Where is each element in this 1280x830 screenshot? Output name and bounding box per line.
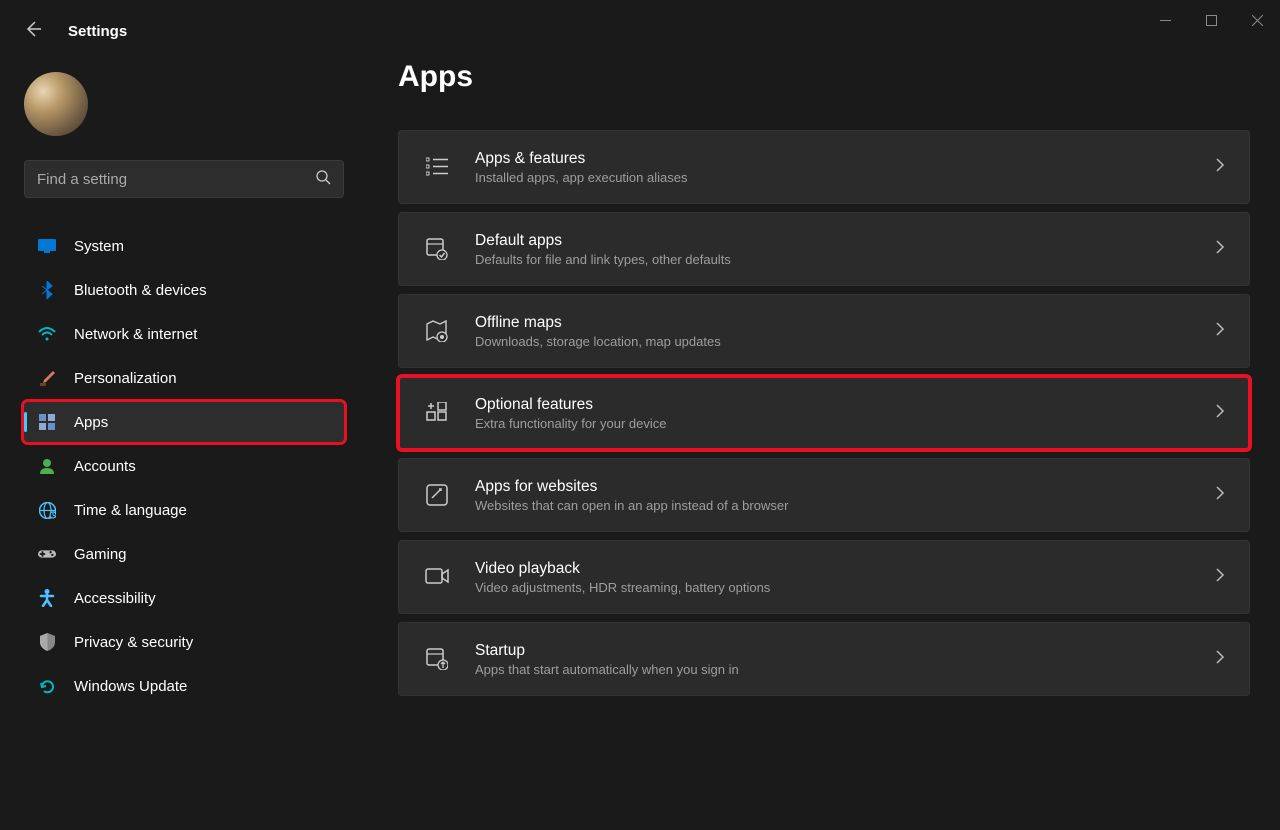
sidebar-item-label: System	[74, 238, 124, 255]
chevron-right-icon	[1215, 403, 1225, 424]
card-subtitle: Defaults for file and link types, other …	[475, 252, 1191, 267]
card-subtitle: Installed apps, app execution aliases	[475, 170, 1191, 185]
card-text: Offline maps Downloads, storage location,…	[475, 314, 1191, 349]
search-box[interactable]	[24, 160, 344, 198]
sidebar-item-apps[interactable]: Apps	[24, 402, 344, 442]
brush-icon	[38, 369, 56, 387]
chevron-right-icon	[1215, 485, 1225, 506]
user-avatar[interactable]	[24, 72, 88, 136]
main-content: Apps Apps & features Installed apps, app …	[398, 60, 1250, 696]
card-text: Default apps Defaults for file and link t…	[475, 232, 1191, 267]
card-title: Offline maps	[475, 314, 1191, 332]
card-startup[interactable]: Startup Apps that start automatically whe…	[398, 622, 1250, 696]
card-optional-features[interactable]: Optional features Extra functionality for…	[398, 376, 1250, 450]
card-subtitle: Extra functionality for your device	[475, 416, 1191, 431]
search-icon	[315, 169, 331, 190]
card-subtitle: Websites that can open in an app instead…	[475, 498, 1191, 513]
sidebar: System Bluetooth & devices Network & inter…	[24, 72, 344, 706]
card-text: Apps for websites Websites that can open …	[475, 478, 1191, 513]
sidebar-item-label: Gaming	[74, 546, 127, 563]
chevron-right-icon	[1215, 157, 1225, 178]
sidebar-item-label: Personalization	[74, 370, 177, 387]
map-icon	[423, 320, 451, 342]
card-title: Apps & features	[475, 150, 1191, 168]
card-subtitle: Apps that start automatically when you s…	[475, 662, 1191, 677]
sidebar-item-label: Time & language	[74, 502, 187, 519]
card-text: Apps & features Installed apps, app execu…	[475, 150, 1191, 185]
sidebar-item-label: Windows Update	[74, 678, 187, 695]
sidebar-item-label: Accessibility	[74, 590, 156, 607]
video-icon	[423, 568, 451, 586]
list-icon	[423, 157, 451, 177]
sidebar-item-label: Privacy & security	[74, 634, 193, 651]
websites-icon	[423, 484, 451, 506]
sidebar-item-label: Bluetooth & devices	[74, 282, 207, 299]
sidebar-item-accessibility[interactable]: Accessibility	[24, 578, 344, 618]
accessibility-icon	[38, 589, 56, 607]
chevron-right-icon	[1215, 649, 1225, 670]
chevron-right-icon	[1215, 567, 1225, 588]
minimize-button[interactable]	[1142, 4, 1188, 36]
app-header: Settings	[24, 20, 127, 43]
person-icon	[38, 457, 56, 475]
globe-icon	[38, 501, 56, 519]
card-apps-for-websites[interactable]: Apps for websites Websites that can open …	[398, 458, 1250, 532]
shield-icon	[38, 633, 56, 651]
default-apps-icon	[423, 238, 451, 260]
app-title: Settings	[68, 23, 127, 40]
bluetooth-icon	[38, 281, 56, 299]
card-text: Startup Apps that start automatically whe…	[475, 642, 1191, 677]
card-subtitle: Downloads, storage location, map updates	[475, 334, 1191, 349]
card-title: Startup	[475, 642, 1191, 660]
card-title: Apps for websites	[475, 478, 1191, 496]
sidebar-item-windows-update[interactable]: Windows Update	[24, 666, 344, 706]
card-apps-features[interactable]: Apps & features Installed apps, app execu…	[398, 130, 1250, 204]
sidebar-item-network-internet[interactable]: Network & internet	[24, 314, 344, 354]
gamepad-icon	[38, 545, 56, 563]
card-text: Optional features Extra functionality for…	[475, 396, 1191, 431]
display-icon	[38, 237, 56, 255]
sidebar-item-label: Apps	[74, 414, 108, 431]
sidebar-item-accounts[interactable]: Accounts	[24, 446, 344, 486]
sidebar-item-label: Network & internet	[74, 326, 197, 343]
card-default-apps[interactable]: Default apps Defaults for file and link t…	[398, 212, 1250, 286]
startup-icon	[423, 648, 451, 670]
sidebar-item-bluetooth-devices[interactable]: Bluetooth & devices	[24, 270, 344, 310]
chevron-right-icon	[1215, 321, 1225, 342]
maximize-button[interactable]	[1188, 4, 1234, 36]
card-title: Video playback	[475, 560, 1191, 578]
back-button[interactable]	[24, 20, 44, 43]
chevron-right-icon	[1215, 239, 1225, 260]
sidebar-item-system[interactable]: System	[24, 226, 344, 266]
card-subtitle: Video adjustments, HDR streaming, batter…	[475, 580, 1191, 595]
card-video-playback[interactable]: Video playback Video adjustments, HDR str…	[398, 540, 1250, 614]
card-offline-maps[interactable]: Offline maps Downloads, storage location,…	[398, 294, 1250, 368]
card-title: Default apps	[475, 232, 1191, 250]
sidebar-item-gaming[interactable]: Gaming	[24, 534, 344, 574]
apps-icon	[38, 413, 56, 431]
sidebar-item-label: Accounts	[74, 458, 136, 475]
sidebar-item-time-language[interactable]: Time & language	[24, 490, 344, 530]
features-icon	[423, 402, 451, 424]
sidebar-nav: System Bluetooth & devices Network & inter…	[24, 226, 344, 706]
close-button[interactable]	[1234, 4, 1280, 36]
sidebar-item-privacy-security[interactable]: Privacy & security	[24, 622, 344, 662]
wifi-icon	[38, 325, 56, 343]
card-title: Optional features	[475, 396, 1191, 414]
search-input[interactable]	[37, 171, 315, 188]
update-icon	[38, 677, 56, 695]
window-controls	[1142, 0, 1280, 40]
card-text: Video playback Video adjustments, HDR str…	[475, 560, 1191, 595]
sidebar-item-personalization[interactable]: Personalization	[24, 358, 344, 398]
page-title: Apps	[398, 60, 1250, 94]
settings-cards: Apps & features Installed apps, app execu…	[398, 130, 1250, 696]
